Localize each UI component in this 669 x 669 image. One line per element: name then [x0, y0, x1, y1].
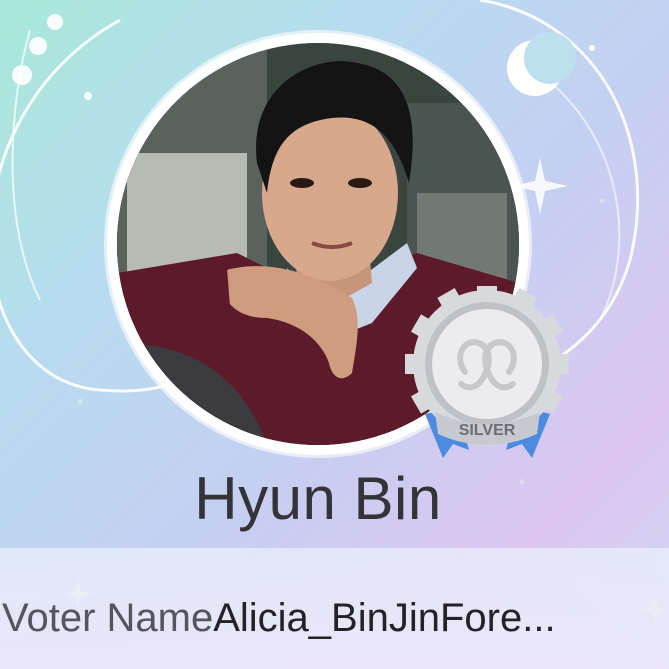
- vote-card-screen: SILVER Hyun Bin Voter NameAlicia_BinJinF…: [0, 0, 669, 669]
- voter-name-label: Voter Name: [2, 596, 214, 640]
- voter-name-value: Alicia_BinJinFore...: [213, 596, 556, 640]
- silver-badge: SILVER: [405, 282, 570, 466]
- crescent-moon-icon: [507, 32, 576, 96]
- idol-name: Hyun Bin: [194, 465, 442, 532]
- badge-label: SILVER: [459, 422, 516, 439]
- voter-name-row: Voter NameAlicia_BinJinFore...: [2, 596, 556, 641]
